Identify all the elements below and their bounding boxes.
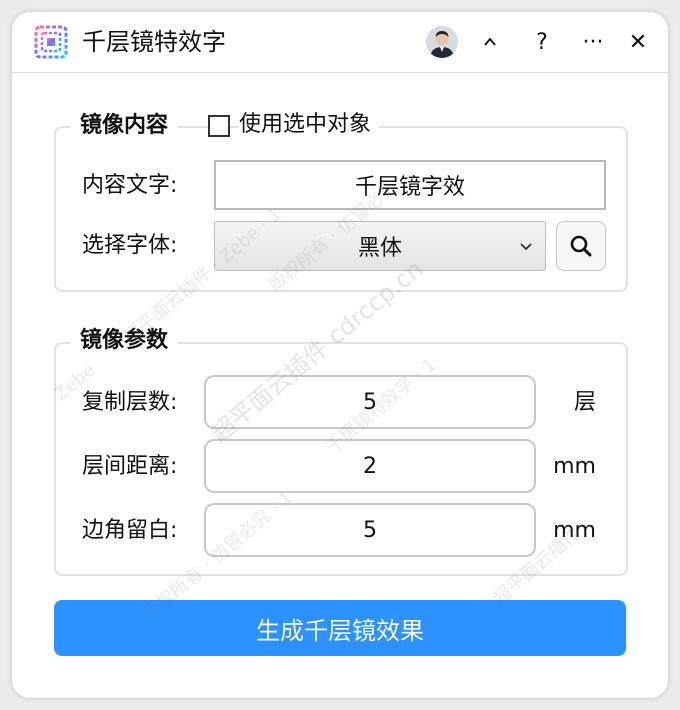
more-button[interactable]: ··· — [577, 26, 609, 58]
chevron-down-icon — [520, 243, 532, 251]
corner-margin-label: 边角留白: — [82, 518, 178, 543]
layer-count-label: 复制层数: — [82, 390, 178, 415]
help-button[interactable]: ? — [526, 26, 558, 58]
plugin-window: 千层镜特效字 ? ··· ✕ 镜像内容 使用选中对象 内容文字: 千层镜字效 选… — [12, 12, 668, 698]
layer-spacing-label: 层间距离: — [82, 454, 178, 479]
generate-button[interactable]: 生成千层镜效果 — [54, 600, 626, 656]
use-selection-checkbox[interactable] — [208, 115, 230, 137]
corner-margin-unit: mm — [553, 518, 596, 543]
layer-count-input[interactable]: 5 — [204, 375, 536, 429]
font-select-value: 黑体 — [357, 236, 402, 261]
content-text-label: 内容文字: — [82, 173, 178, 198]
use-selection-label: 使用选中对象 — [239, 110, 380, 140]
content-text-input[interactable]: 千层镜字效 — [214, 160, 606, 210]
title-bar: 千层镜特效字 ? ··· ✕ — [12, 12, 668, 73]
app-logo-icon — [34, 25, 68, 59]
layer-spacing-unit: mm — [553, 454, 596, 479]
font-select[interactable]: 黑体 — [214, 221, 546, 271]
mirror-content-title: 镜像内容 — [70, 111, 179, 141]
window-title: 千层镜特效字 — [82, 28, 226, 56]
user-avatar[interactable] — [426, 26, 458, 58]
layer-count-unit: 层 — [573, 390, 596, 415]
close-button[interactable]: ✕ — [622, 26, 654, 58]
collapse-button[interactable] — [474, 26, 506, 58]
chevron-up-icon — [484, 37, 496, 46]
corner-margin-input[interactable]: 5 — [204, 503, 536, 557]
layer-spacing-input[interactable]: 2 — [204, 439, 536, 493]
search-icon — [570, 235, 592, 257]
mirror-params-title: 镜像参数 — [70, 326, 179, 356]
font-select-label: 选择字体: — [82, 233, 178, 258]
font-search-button[interactable] — [556, 221, 606, 271]
